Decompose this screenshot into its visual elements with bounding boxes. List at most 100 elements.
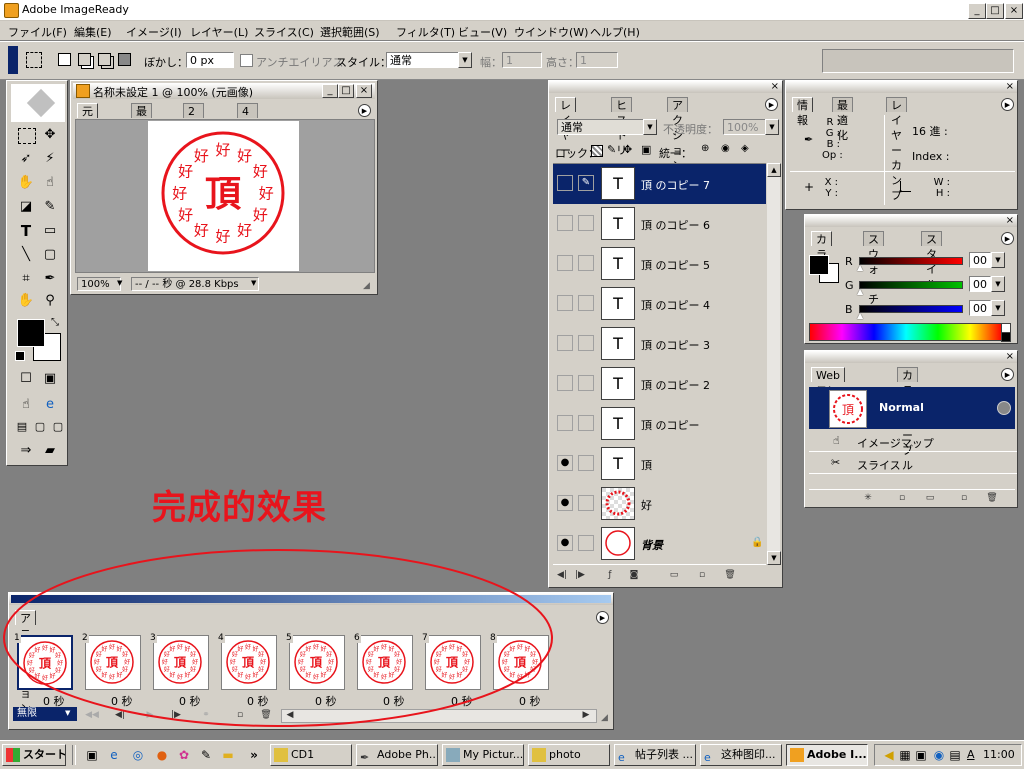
- channel-r-slider[interactable]: [859, 257, 963, 265]
- prev-frame-icon[interactable]: ◀|: [113, 709, 127, 721]
- layer-link-toggle[interactable]: [578, 375, 594, 391]
- quicklaunch-messenger-icon[interactable]: ◎: [130, 747, 146, 763]
- animation-frame[interactable]: 好好好好好好好好好好好好頂3 0 秒: [149, 633, 211, 708]
- opacity-input[interactable]: 100%: [723, 119, 767, 135]
- frame-delay[interactable]: 0 秒: [383, 693, 405, 709]
- anim-prev-icon[interactable]: ◀|: [555, 569, 569, 581]
- animation-frame[interactable]: 好好好好好好好好好好好好頂6 0 秒: [353, 633, 415, 709]
- frames-scrollbar[interactable]: [281, 709, 597, 723]
- tab-original[interactable]: 元画像: [77, 103, 98, 148]
- web-row-slice[interactable]: ✂ スライス: [809, 453, 1017, 474]
- close-button[interactable]: ×: [1005, 3, 1023, 19]
- new-set-icon[interactable]: ▭: [667, 569, 681, 581]
- layers-close-icon[interactable]: ×: [771, 82, 779, 92]
- taskbar-button-photo[interactable]: photo: [528, 744, 610, 766]
- magic-wand-tool-icon[interactable]: ⚡: [39, 149, 61, 169]
- quicklaunch-folder-icon[interactable]: ▬: [220, 747, 236, 763]
- foreground-color-swatch-top[interactable]: [17, 319, 45, 347]
- layer-row[interactable]: T 頂 のコピー 3: [553, 324, 766, 365]
- layer-link-toggle[interactable]: [578, 415, 594, 431]
- rect-marquee-tool-icon[interactable]: [18, 128, 36, 144]
- tray-app-icon[interactable]: ◉: [931, 747, 947, 763]
- layer-row[interactable]: T 頂 のコピー 2: [553, 364, 766, 405]
- layer-link-toggle[interactable]: [578, 215, 594, 231]
- scroll-up-icon[interactable]: ▲: [767, 163, 781, 177]
- start-button[interactable]: スタート: [2, 744, 66, 766]
- doc-maximize-button[interactable]: □: [338, 84, 354, 98]
- tab-2up[interactable]: 2 アップ: [183, 103, 204, 163]
- preview-in-browser-icon[interactable]: e: [39, 395, 61, 415]
- channel-g-slider[interactable]: [859, 281, 963, 289]
- crop-tool-icon[interactable]: ⌗: [15, 269, 37, 289]
- animation-frame[interactable]: 好好好好好好好好好好好好頂8 0 秒: [489, 633, 551, 709]
- duplicate-state-icon[interactable]: ▫: [957, 492, 971, 504]
- animation-resize-grip-icon[interactable]: ◢: [601, 713, 608, 723]
- maximize-button[interactable]: □: [986, 3, 1004, 19]
- loop-dropdown-icon[interactable]: ▼: [65, 709, 70, 717]
- tab-styles[interactable]: スタイル: [921, 231, 942, 291]
- palette-well[interactable]: [822, 49, 1014, 73]
- animation-frame[interactable]: 好好好好好好好好好好好好頂5 0 秒: [285, 633, 347, 709]
- rectangle-tool-icon[interactable]: ▭: [39, 221, 61, 241]
- frame-delay[interactable]: 0 秒: [519, 693, 541, 709]
- channel-r-handle[interactable]: ▲: [857, 263, 863, 272]
- state-options-icon[interactable]: [997, 401, 1011, 415]
- frame-delay[interactable]: 0 秒: [451, 693, 473, 709]
- color-close-icon[interactable]: ×: [1006, 216, 1014, 226]
- layer-visibility-toggle[interactable]: [557, 415, 573, 431]
- web-state-row-normal[interactable]: 頂 Normal: [809, 387, 1015, 429]
- marquee-tool-icon[interactable]: [26, 52, 42, 68]
- menu-layer[interactable]: レイヤー(L): [190, 24, 248, 40]
- antialias-checkbox[interactable]: [240, 54, 253, 67]
- layer-brush-icon[interactable]: ✎: [578, 175, 594, 191]
- info-menu-icon[interactable]: ▶: [1001, 98, 1014, 111]
- layer-link-toggle[interactable]: [578, 295, 594, 311]
- frame-delay[interactable]: 0 秒: [315, 693, 337, 709]
- layer-row[interactable]: T 頂 のコピー 4: [553, 284, 766, 325]
- tab-actions[interactable]: アクション: [667, 97, 688, 172]
- web-close-icon[interactable]: ×: [1006, 352, 1014, 362]
- color-ramp-black[interactable]: [1001, 332, 1011, 342]
- animation-menu-icon[interactable]: ▶: [596, 611, 609, 624]
- select-state-icon[interactable]: ✳: [861, 492, 875, 504]
- eraser-tool-icon[interactable]: ◪: [15, 197, 37, 217]
- menu-image[interactable]: イメージ(I): [126, 24, 182, 40]
- tray-network-icon[interactable]: ▦: [897, 747, 913, 763]
- layer-mask-icon[interactable]: ◙: [627, 569, 641, 581]
- layer-link-toggle[interactable]: [578, 495, 594, 511]
- channel-b-slider[interactable]: [859, 305, 963, 313]
- animation-frame[interactable]: 好好好好好好好好好好好好頂2 0 秒: [81, 633, 143, 709]
- tab-layer-comps[interactable]: レイヤーカンプ: [886, 97, 907, 202]
- menu-select[interactable]: 選択範囲(S): [320, 24, 380, 40]
- lock-all-icon[interactable]: ▣: [641, 143, 651, 156]
- next-frame-icon[interactable]: |▶: [169, 709, 183, 721]
- jump-to-app-icon[interactable]: ▰: [39, 441, 61, 461]
- layer-visibility-toggle[interactable]: [557, 215, 573, 231]
- blend-mode-select[interactable]: 通常: [557, 119, 647, 135]
- tab-animation[interactable]: アニメーション: [15, 610, 36, 715]
- eye-icon[interactable]: ●: [557, 535, 573, 551]
- quicklaunch-desktop-icon[interactable]: ▣: [84, 747, 100, 763]
- channel-b-handle[interactable]: ▲: [857, 311, 863, 320]
- tray-printer-icon[interactable]: ▤: [947, 747, 963, 763]
- channel-g-input[interactable]: 00: [969, 276, 991, 292]
- channel-g-dropdown-icon[interactable]: ▼: [991, 276, 1005, 292]
- layer-link-toggle[interactable]: [578, 455, 594, 471]
- clock[interactable]: 11:00: [983, 748, 1015, 761]
- layer-visibility-toggle[interactable]: [557, 175, 573, 191]
- add-selection-icon[interactable]: [78, 53, 91, 66]
- channel-g-handle[interactable]: ▲: [857, 287, 863, 296]
- menu-edit[interactable]: 編集(E): [74, 24, 112, 40]
- layers-menu-icon[interactable]: ▶: [765, 98, 778, 111]
- tab-layers[interactable]: レイヤー: [555, 97, 576, 157]
- layer-visibility-toggle[interactable]: [557, 335, 573, 351]
- move-tool-icon[interactable]: ✥: [39, 125, 61, 145]
- menu-slice[interactable]: スライス(C): [254, 24, 314, 40]
- unify-visibility-icon[interactable]: ◉: [721, 143, 730, 154]
- feather-input[interactable]: 0 px: [186, 52, 234, 68]
- frame-delay[interactable]: 0 秒: [111, 693, 133, 709]
- rollover-preview-icon[interactable]: ☝: [15, 395, 37, 415]
- tab-color[interactable]: カラー: [811, 231, 832, 276]
- color-ramp[interactable]: [809, 323, 1003, 341]
- layer-row[interactable]: T 頂 のコピー 5: [553, 244, 766, 285]
